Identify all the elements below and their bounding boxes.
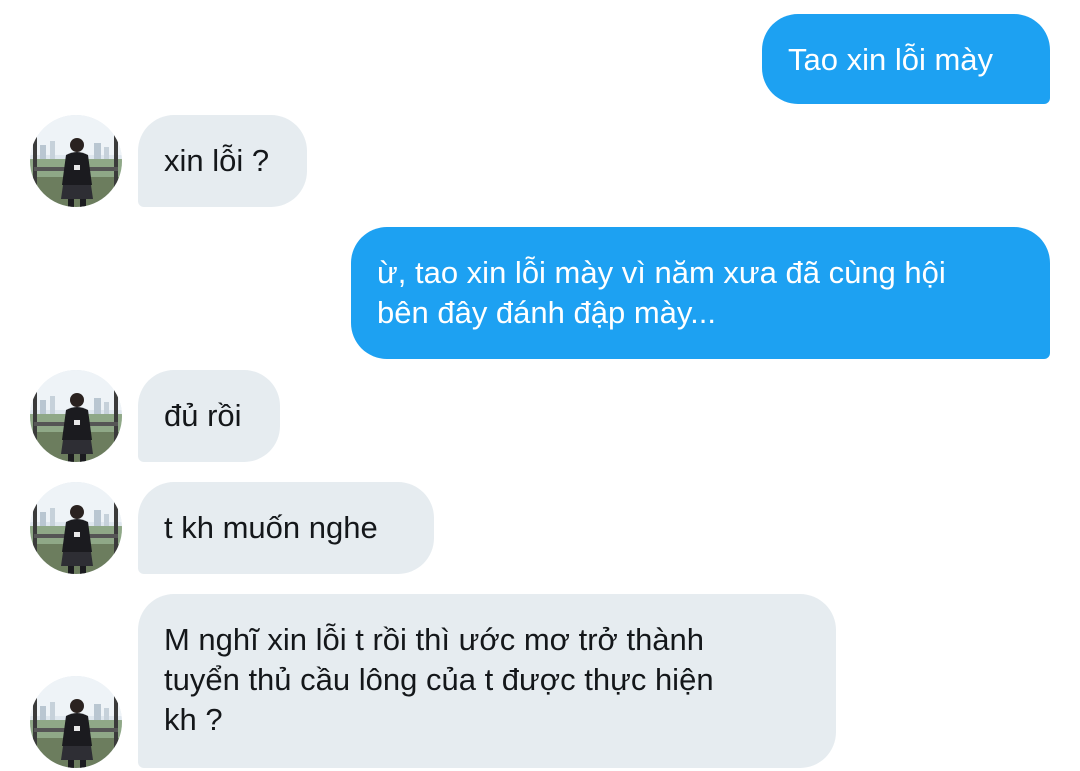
incoming-message[interactable]: M nghĩ xin lỗi t rồi thì ước mơ trở thàn… bbox=[138, 594, 836, 768]
contact-avatar[interactable] bbox=[30, 370, 122, 462]
avatar-image bbox=[30, 370, 122, 462]
outgoing-message[interactable]: Tao xin lỗi mày bbox=[762, 14, 1050, 104]
contact-avatar[interactable] bbox=[30, 482, 122, 574]
contact-avatar[interactable] bbox=[30, 676, 122, 768]
avatar-image bbox=[30, 676, 122, 768]
contact-avatar[interactable] bbox=[30, 115, 122, 207]
incoming-message[interactable]: đủ rồi bbox=[138, 370, 280, 462]
avatar-image bbox=[30, 482, 122, 574]
incoming-message[interactable]: t kh muốn nghe bbox=[138, 482, 434, 574]
outgoing-message[interactable]: ừ, tao xin lỗi mày vì năm xưa đã cùng hộ… bbox=[351, 227, 1050, 359]
avatar-image bbox=[30, 115, 122, 207]
incoming-message[interactable]: xin lỗi ? bbox=[138, 115, 307, 207]
